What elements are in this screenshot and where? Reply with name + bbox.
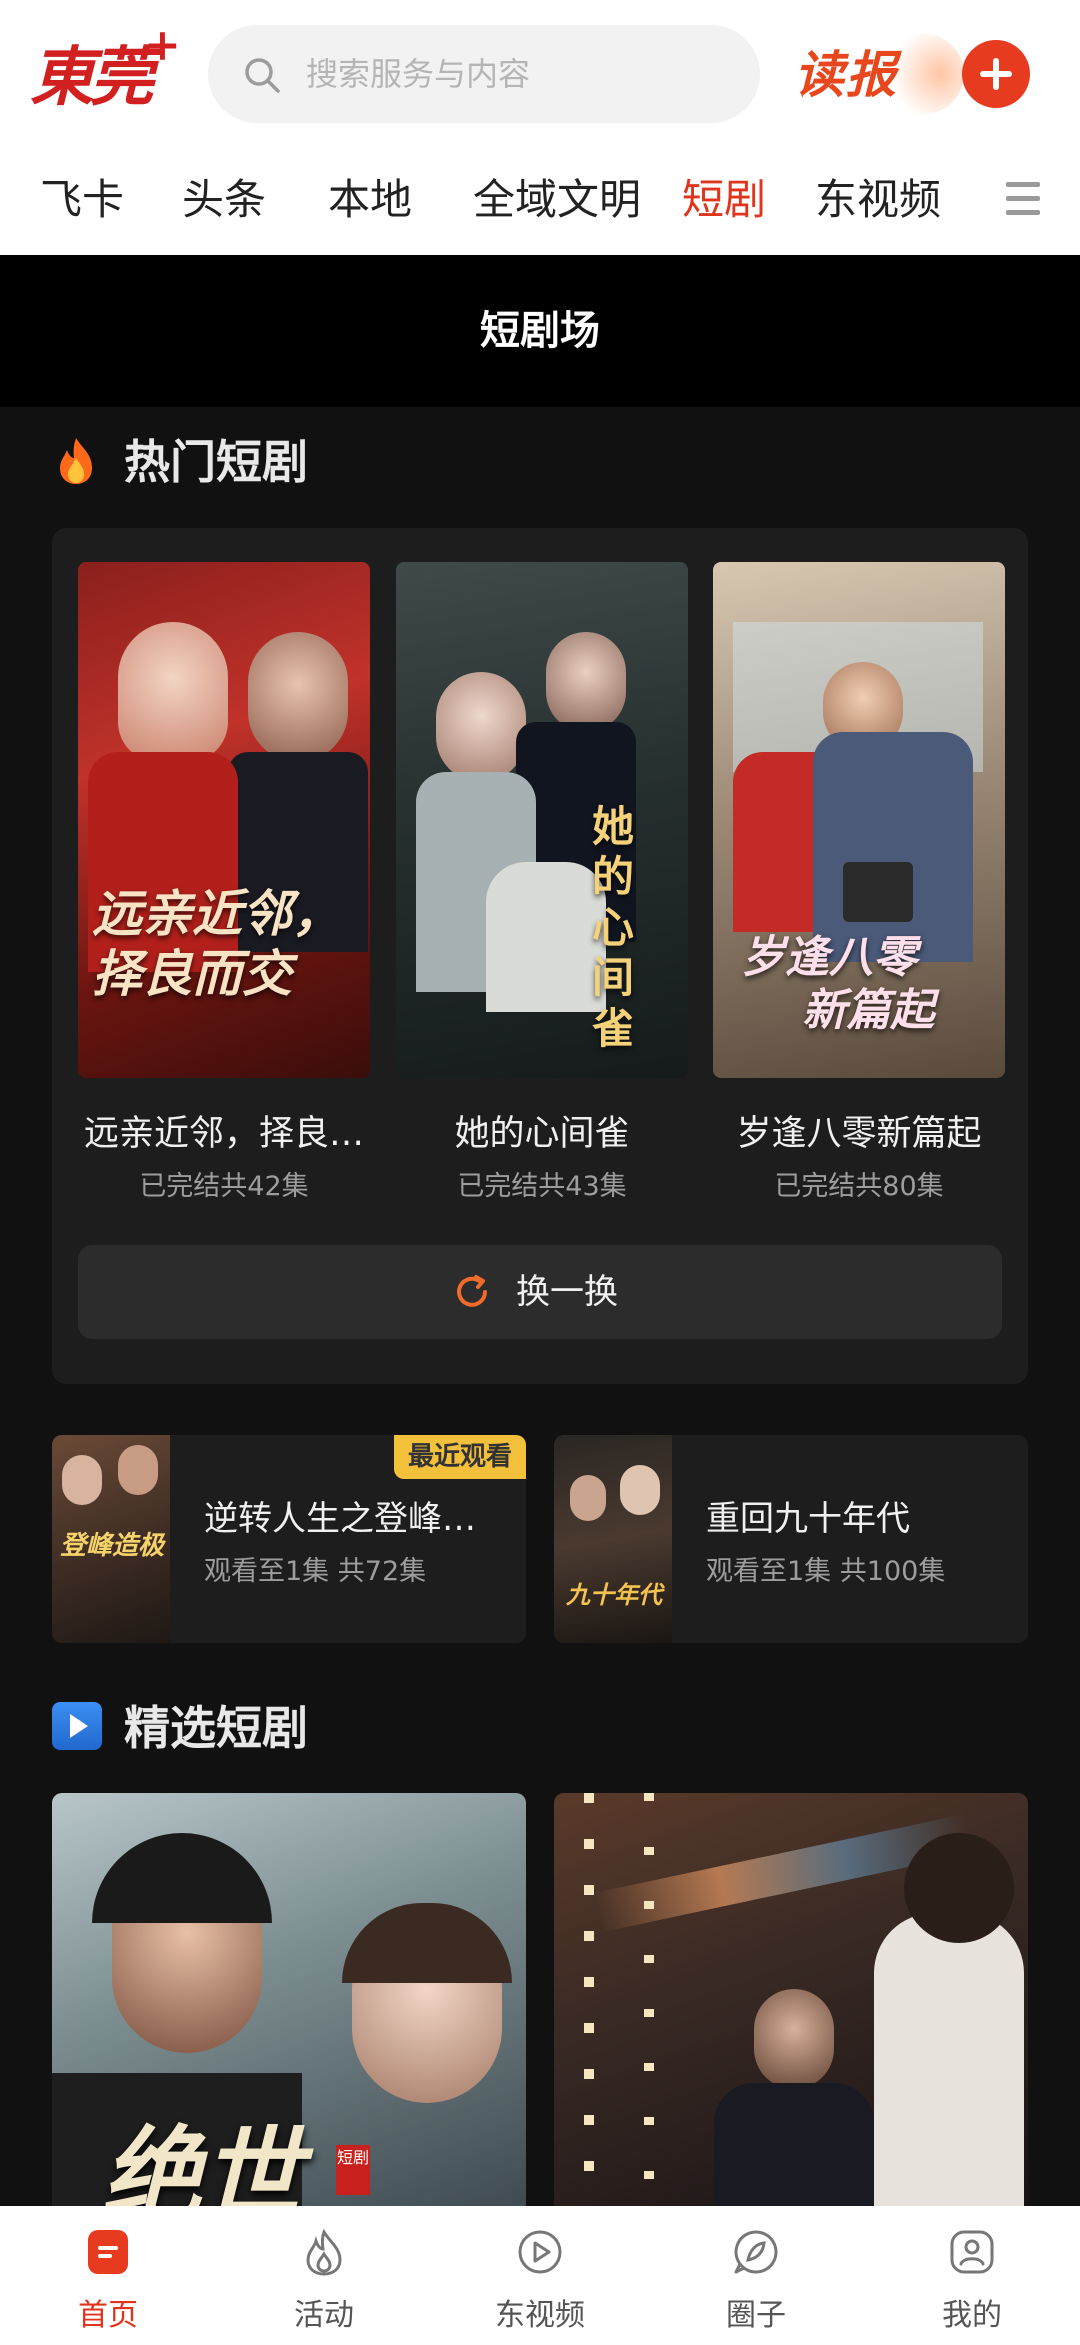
drama-poster[interactable]: 她的心间雀	[396, 562, 688, 1078]
nav-profile[interactable]: 我的	[864, 2206, 1080, 2345]
nav-dong-video[interactable]: 东视频	[432, 2206, 648, 2345]
recent-title: 重回九十年代	[706, 1499, 910, 1539]
home-icon	[88, 2230, 128, 2274]
drama-name[interactable]: 岁逢八零新篇起	[713, 1105, 1005, 1156]
drama-status: 已完结共42集	[139, 1171, 309, 1202]
page-title-bar: 短剧场	[0, 255, 1080, 407]
drama-tag: 短剧	[336, 2145, 370, 2195]
nav-circle[interactable]: 圈子	[648, 2206, 864, 2345]
app-logo[interactable]: 東莞 +	[30, 20, 181, 128]
fire-icon	[60, 438, 92, 484]
refresh-icon	[457, 1275, 487, 1307]
recent-thumbnail: 九十年代	[554, 1435, 672, 1643]
play-icon	[52, 1702, 102, 1750]
nav-activity[interactable]: 活动	[216, 2206, 432, 2345]
featured-drama-poster[interactable]: 绝世 短剧	[52, 1793, 526, 2213]
tab-short-drama[interactable]: 短剧	[682, 160, 766, 240]
search-bar[interactable]: 搜索服务与内容	[208, 25, 760, 123]
read-newspaper-button[interactable]: 读报	[788, 30, 964, 120]
tab-feika[interactable]: 飞卡	[40, 160, 124, 240]
featured-poster-title: 绝世	[102, 2116, 302, 2213]
nav-label: 我的	[942, 2298, 1002, 2333]
refresh-label: 换一换	[516, 1272, 618, 1312]
drama-poster[interactable]: 岁逢八零 新篇起	[713, 562, 1005, 1078]
poster-title: 她的心间雀	[592, 802, 635, 1053]
hot-section-title: 热门短剧	[124, 435, 308, 489]
profile-icon	[950, 2230, 994, 2274]
drama-poster[interactable]: 远亲近邻， 择良而交	[78, 562, 370, 1078]
thumb-title: 九十年代	[566, 1581, 662, 1609]
recent-thumbnail: 登峰造极	[52, 1435, 170, 1643]
featured-drama-poster[interactable]	[554, 1793, 1028, 2213]
nav-label: 首页	[78, 2298, 138, 2333]
flame-icon	[306, 2228, 342, 2276]
nav-label: 东视频	[495, 2298, 585, 2333]
thumb-title: 登峰造极	[60, 1531, 165, 1561]
poster-title: 远亲近邻， 择良而交	[92, 885, 342, 1003]
add-button[interactable]	[962, 40, 1030, 108]
featured-section-title: 精选短剧	[124, 1701, 308, 1755]
leaf-chat-icon	[734, 2230, 778, 2274]
menu-icon[interactable]	[1006, 182, 1040, 216]
recent-progress: 观看至1集 共72集	[204, 1556, 427, 1587]
search-icon	[245, 58, 280, 93]
nav-home[interactable]: 首页	[0, 2206, 216, 2345]
recently-watched-badge: 最近观看	[394, 1435, 527, 1479]
drama-name[interactable]: 她的心间雀	[396, 1105, 688, 1156]
channel-tabs: 飞卡 头条 本地 全域文明 短剧 东视频	[0, 160, 1080, 240]
tab-headlines[interactable]: 头条	[182, 160, 266, 240]
logo-plus: +	[144, 20, 181, 71]
bottom-navigation: 首页 活动 东视频 圈子 我的	[0, 2206, 1080, 2345]
top-header: 東莞 + 搜索服务与内容 读报 飞卡 头条 本地 全域文明 短剧 东视频	[0, 0, 1080, 255]
tab-civilization[interactable]: 全域文明	[473, 160, 641, 240]
nav-label: 圈子	[726, 2298, 786, 2333]
nav-label: 活动	[294, 2298, 354, 2333]
drama-name[interactable]: 远亲近邻，择良…	[78, 1105, 370, 1156]
recent-title: 逆转人生之登峰…	[204, 1499, 476, 1539]
tab-local[interactable]: 本地	[328, 160, 412, 240]
recent-drama-item[interactable]: 九十年代 重回九十年代 观看至1集 共100集	[554, 1435, 1028, 1643]
read-newspaper-label: 读报	[794, 46, 898, 104]
drama-status: 已完结共80集	[774, 1171, 944, 1202]
refresh-button[interactable]: 换一换	[78, 1245, 1002, 1339]
recent-progress: 观看至1集 共100集	[706, 1556, 946, 1587]
poster-title: 岁逢八零 新篇起	[741, 932, 935, 1036]
tab-dong-video[interactable]: 东视频	[815, 160, 941, 240]
search-placeholder: 搜索服务与内容	[306, 55, 531, 93]
play-circle-icon	[518, 2230, 562, 2274]
drama-status: 已完结共43集	[457, 1171, 627, 1202]
page-title: 短剧场	[480, 308, 600, 354]
